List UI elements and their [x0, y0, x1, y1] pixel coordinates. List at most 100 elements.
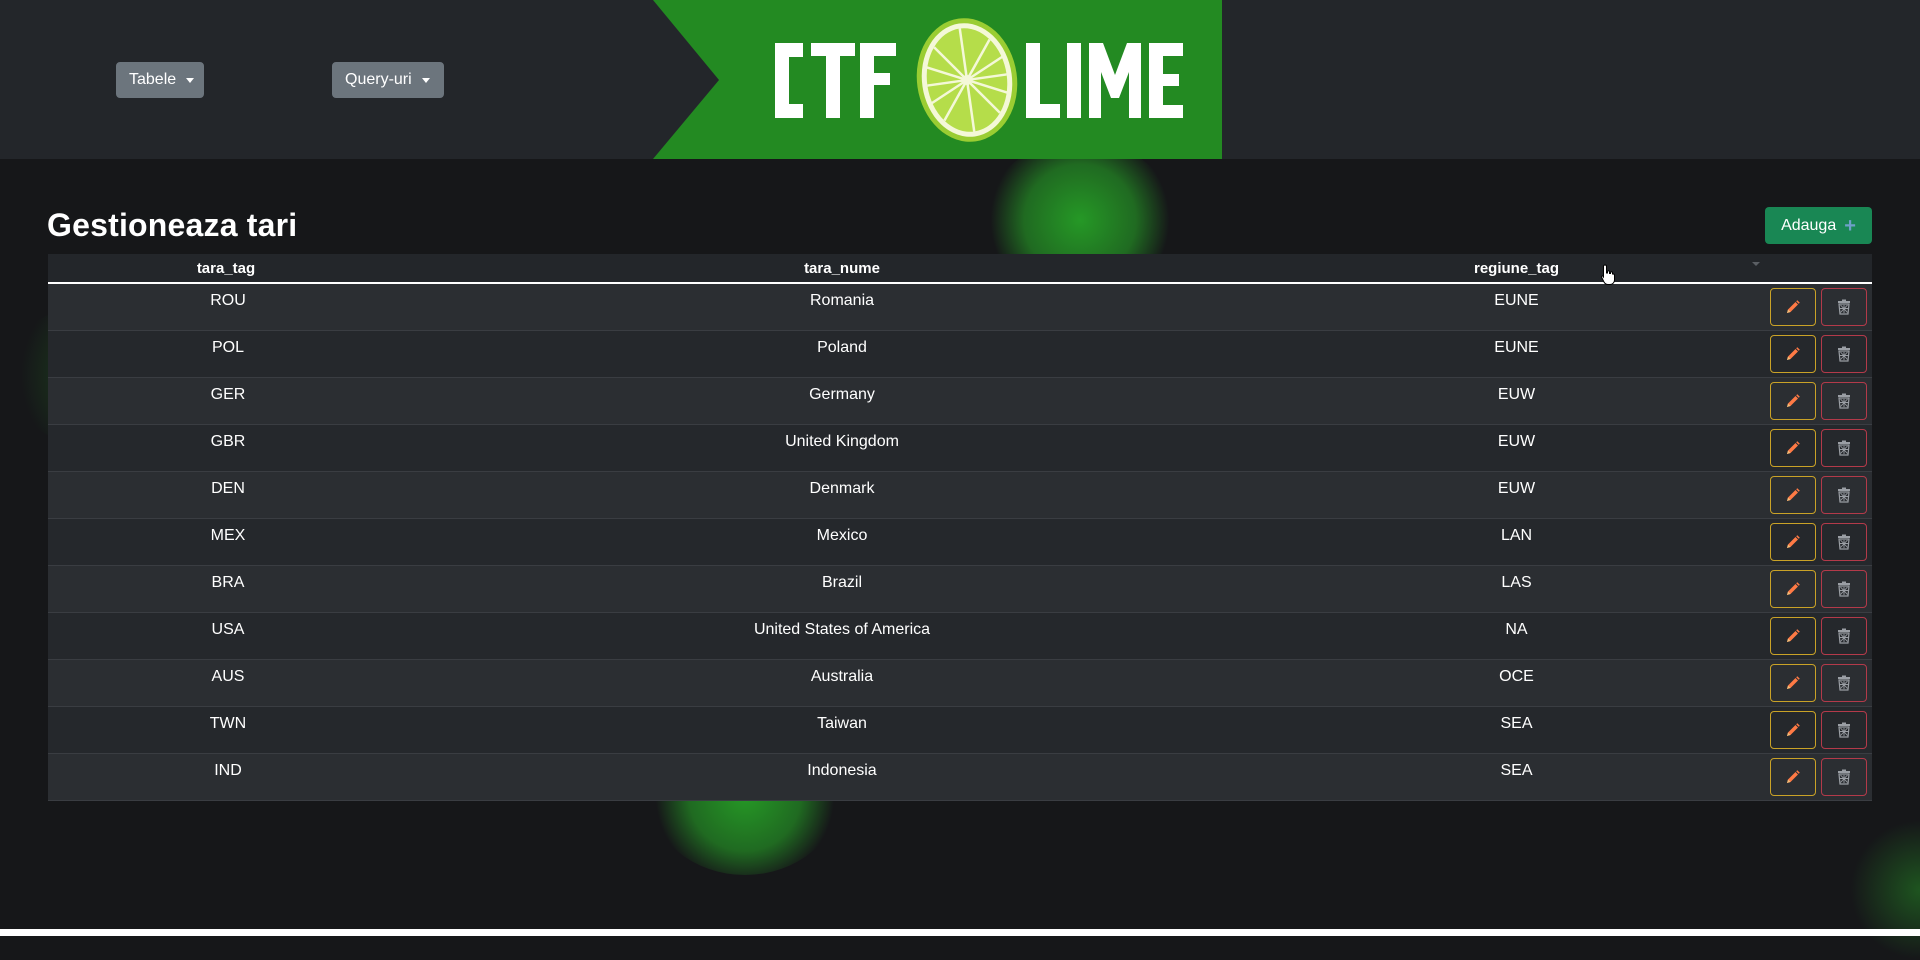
- cell-tara-tag: ROU: [48, 283, 404, 331]
- cell-regiune-tag: OCE: [1280, 659, 1753, 707]
- cell-tara-tag-text: DEN: [211, 479, 245, 497]
- edit-row-button[interactable]: [1770, 663, 1816, 702]
- cell-regiune-tag: EUNE: [1280, 283, 1753, 331]
- delete-row-button[interactable]: [1821, 569, 1867, 608]
- cell-tara-tag-text: POL: [211, 338, 244, 356]
- cell-regiune-tag: EUW: [1280, 377, 1753, 425]
- cell-tara-tag-text: MEX: [210, 526, 246, 544]
- caret-down-icon: [186, 78, 195, 83]
- cell-regiune-tag: EUW: [1280, 471, 1753, 519]
- table-row: TWN Taiwan SEA: [48, 706, 1872, 754]
- edit-row-button[interactable]: [1770, 757, 1816, 796]
- cell-tara-tag: BRA: [48, 565, 404, 613]
- cell-tara-tag: DEN: [48, 471, 404, 519]
- delete-row-button[interactable]: [1821, 381, 1867, 420]
- caret-down-icon: [421, 78, 430, 83]
- table-header-row: tara_tag tara_nume regiune_tag: [48, 254, 1872, 284]
- top-navbar: Tabele Query-uri: [0, 0, 1920, 159]
- tabele-dropdown-button[interactable]: Tabele: [116, 62, 204, 98]
- edit-row-button[interactable]: [1770, 381, 1816, 420]
- cell-tara-tag: GBR: [48, 424, 404, 472]
- cell-tara-tag-text: TWN: [209, 714, 247, 732]
- cell-actions: [1753, 424, 1872, 472]
- cell-tara-nume: Mexico: [404, 518, 1280, 566]
- cell-actions: [1753, 330, 1872, 378]
- cell-tara-nume: United Kingdom: [404, 424, 1280, 472]
- table-row: BRA Brazil LAS: [48, 565, 1872, 613]
- table-row: IND Indonesia SEA: [48, 753, 1872, 801]
- cell-actions: [1753, 471, 1872, 519]
- cell-tara-tag: GER: [48, 377, 404, 425]
- column-header-tara-nume[interactable]: tara_nume: [404, 254, 1280, 284]
- table-row: AUS Australia OCE: [48, 659, 1872, 707]
- cell-tara-nume: Indonesia: [404, 753, 1280, 801]
- sort-caret-icon[interactable]: [1752, 262, 1760, 266]
- cell-regiune-tag: LAS: [1280, 565, 1753, 613]
- column-header-tara-tag[interactable]: tara_tag: [48, 254, 404, 284]
- add-button[interactable]: Adauga +: [1765, 207, 1872, 244]
- cell-tara-tag: POL: [48, 330, 404, 378]
- cell-actions: [1753, 612, 1872, 660]
- edit-row-button[interactable]: [1770, 522, 1816, 561]
- delete-row-button[interactable]: [1821, 428, 1867, 467]
- cell-tara-nume: Poland: [404, 330, 1280, 378]
- cell-regiune-tag: EUW: [1280, 424, 1753, 472]
- cell-tara-nume: Australia: [404, 659, 1280, 707]
- delete-row-button[interactable]: [1821, 522, 1867, 561]
- edit-row-button[interactable]: [1770, 616, 1816, 655]
- cell-tara-tag: AUS: [48, 659, 404, 707]
- cell-tara-tag-text: ROU: [210, 292, 246, 309]
- cell-tara-nume: Taiwan: [404, 706, 1280, 754]
- tabele-dropdown-label: Tabele: [129, 71, 177, 88]
- page-bottom-edge: [0, 929, 1920, 936]
- edit-row-button[interactable]: [1770, 334, 1816, 373]
- cell-regiune-tag: SEA: [1280, 753, 1753, 801]
- background-glow: [1850, 820, 1920, 960]
- edit-row-button[interactable]: [1770, 475, 1816, 514]
- delete-row-button[interactable]: [1821, 710, 1867, 749]
- cell-tara-tag-text: GBR: [210, 432, 246, 450]
- cell-tara-nume: Denmark: [404, 471, 1280, 519]
- cell-actions: [1753, 565, 1872, 613]
- table-row: USA United States of America NA: [48, 612, 1872, 660]
- cell-regiune-tag: NA: [1280, 612, 1753, 660]
- delete-row-button[interactable]: [1821, 616, 1867, 655]
- edit-row-button[interactable]: [1770, 428, 1816, 467]
- cell-actions: [1753, 706, 1872, 754]
- cell-tara-nume: United States of America: [404, 612, 1280, 660]
- cell-actions: [1753, 283, 1872, 331]
- ctf-lime-logo-banner: [653, 0, 1222, 159]
- countries-table-container: tara_tag tara_nume regiune_tag ROU Romani…: [48, 254, 1872, 801]
- cell-tara-tag-text: GER: [210, 385, 246, 403]
- cell-tara-tag-text: AUS: [211, 667, 245, 685]
- plus-icon: +: [1844, 214, 1856, 237]
- delete-row-button[interactable]: [1821, 757, 1867, 796]
- edit-row-button[interactable]: [1770, 710, 1816, 749]
- table-row: DEN Denmark EUW: [48, 471, 1872, 519]
- delete-row-button[interactable]: [1821, 334, 1867, 373]
- column-header-regiune-tag[interactable]: regiune_tag: [1280, 254, 1753, 284]
- cell-actions: [1753, 659, 1872, 707]
- delete-row-button[interactable]: [1821, 475, 1867, 514]
- edit-row-button[interactable]: [1770, 288, 1816, 326]
- mouse-pointer-hand-icon: [1600, 264, 1615, 285]
- table-row: MEX Mexico LAN: [48, 518, 1872, 566]
- add-button-label: Adauga: [1781, 216, 1837, 234]
- delete-row-button[interactable]: [1821, 663, 1867, 702]
- cell-tara-tag-text: IND: [214, 761, 242, 779]
- query-dropdown-button[interactable]: Query-uri: [332, 62, 444, 98]
- cell-tara-nume: Brazil: [404, 565, 1280, 613]
- cell-tara-tag: TWN: [48, 706, 404, 754]
- cell-actions: [1753, 377, 1872, 425]
- cell-tara-tag: MEX: [48, 518, 404, 566]
- table-row: GBR United Kingdom EUW: [48, 424, 1872, 472]
- query-dropdown-label: Query-uri: [345, 71, 412, 88]
- cell-regiune-tag: LAN: [1280, 518, 1753, 566]
- table-row: GER Germany EUW: [48, 377, 1872, 425]
- cell-actions: [1753, 518, 1872, 566]
- delete-row-button[interactable]: [1821, 288, 1867, 326]
- edit-row-button[interactable]: [1770, 569, 1816, 608]
- table-row: ROU Romania EUNE: [48, 283, 1872, 331]
- cell-actions: [1753, 753, 1872, 801]
- table-row: POL Poland EUNE: [48, 330, 1872, 378]
